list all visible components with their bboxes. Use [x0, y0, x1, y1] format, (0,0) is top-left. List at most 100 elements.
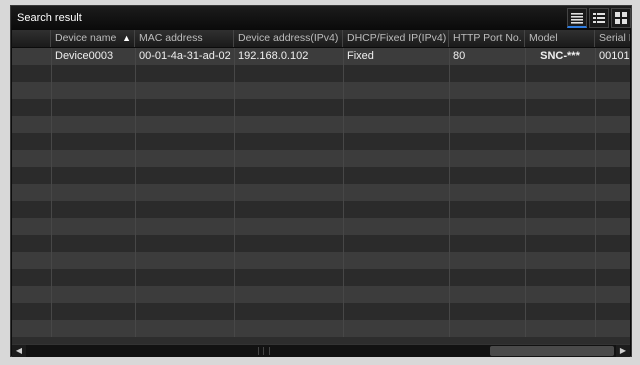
column-separator — [135, 99, 136, 116]
column-separator — [449, 82, 450, 99]
column-separator — [51, 65, 52, 82]
header-model[interactable]: Model — [525, 30, 595, 47]
empty-table-row — [12, 65, 630, 82]
column-separator — [525, 303, 526, 320]
column-separator — [525, 218, 526, 235]
sort-up-icon: ▲ — [122, 33, 131, 43]
column-separator — [449, 133, 450, 150]
empty-table-row — [12, 286, 630, 303]
empty-table-row — [12, 218, 630, 235]
column-separator — [135, 82, 136, 99]
window-title: Search result — [17, 12, 82, 24]
column-separator — [135, 116, 136, 133]
column-separator — [51, 201, 52, 218]
header-device-name-label: Device name — [55, 32, 117, 44]
column-separator — [343, 320, 344, 337]
column-separator — [449, 320, 450, 337]
empty-table-row — [12, 184, 630, 201]
horizontal-scrollbar[interactable]: ◀ ▶ — [12, 344, 630, 357]
column-separator — [234, 235, 235, 252]
header-device-address[interactable]: Device address(IPv4) — [234, 30, 343, 47]
column-separator — [343, 252, 344, 269]
column-separator — [234, 150, 235, 167]
column-separator — [525, 235, 526, 252]
column-separator — [135, 150, 136, 167]
column-separator — [449, 184, 450, 201]
scroll-right-icon[interactable]: ▶ — [616, 345, 630, 357]
empty-table-row — [12, 252, 630, 269]
detail-view-icon — [593, 13, 605, 23]
column-separator — [595, 133, 596, 150]
column-separator — [525, 150, 526, 167]
empty-table-row — [12, 82, 630, 99]
empty-table-row — [12, 150, 630, 167]
header-mac-address[interactable]: MAC address — [135, 30, 234, 47]
cell-serial: 00101 — [599, 50, 630, 62]
column-separator — [51, 167, 52, 184]
column-separator — [449, 201, 450, 218]
column-separator — [234, 167, 235, 184]
column-separator — [525, 65, 526, 82]
list-view-icon — [571, 13, 583, 24]
column-separator — [595, 252, 596, 269]
title-bar: Search result — [11, 6, 631, 30]
scrollbar-grip-icon — [258, 347, 270, 355]
scrollbar-thumb[interactable] — [490, 346, 614, 356]
column-separator — [343, 133, 344, 150]
column-separator — [595, 201, 596, 218]
column-separator — [51, 82, 52, 99]
column-separator — [595, 269, 596, 286]
column-separator — [525, 116, 526, 133]
column-separator — [449, 48, 450, 65]
column-separator — [525, 201, 526, 218]
column-separator — [595, 218, 596, 235]
column-separator — [525, 167, 526, 184]
column-separator — [51, 269, 52, 286]
column-separator — [595, 99, 596, 116]
header-http-port[interactable]: HTTP Port No. — [449, 30, 525, 47]
column-separator — [595, 167, 596, 184]
column-separator — [234, 303, 235, 320]
column-separator — [449, 167, 450, 184]
column-separator — [51, 235, 52, 252]
column-separator — [234, 99, 235, 116]
thumbnail-view-button[interactable] — [611, 8, 631, 28]
column-separator — [343, 65, 344, 82]
header-select[interactable] — [12, 30, 51, 47]
column-separator — [234, 82, 235, 99]
column-separator — [343, 303, 344, 320]
column-separator — [449, 65, 450, 82]
cell-device-address: 192.168.0.102 — [238, 50, 309, 62]
column-separator — [525, 82, 526, 99]
column-separator — [525, 133, 526, 150]
empty-table-row — [12, 133, 630, 150]
column-separator — [51, 303, 52, 320]
table-row[interactable]: Device0003 00-01-4a-31-ad-02 192.168.0.1… — [12, 48, 630, 65]
column-separator — [449, 218, 450, 235]
header-device-name[interactable]: Device name ▲ — [51, 30, 135, 47]
column-separator — [234, 65, 235, 82]
column-separator — [51, 133, 52, 150]
column-separator — [595, 116, 596, 133]
column-separator — [595, 286, 596, 303]
empty-table-row — [12, 116, 630, 133]
column-separator — [234, 320, 235, 337]
empty-table-row — [12, 303, 630, 320]
column-separator — [135, 320, 136, 337]
list-view-button[interactable] — [567, 8, 587, 28]
column-separator — [51, 320, 52, 337]
column-separator — [51, 184, 52, 201]
column-separator — [51, 48, 52, 65]
column-separator — [343, 99, 344, 116]
detail-view-button[interactable] — [589, 8, 609, 28]
column-separator — [525, 99, 526, 116]
header-dhcp-fixed[interactable]: DHCP/Fixed IP(IPv4) — [343, 30, 449, 47]
search-result-window: Search result Device name ▲ MAC address … — [10, 5, 632, 357]
cell-http-port: 80 — [453, 50, 466, 62]
column-separator — [51, 218, 52, 235]
column-separator — [135, 286, 136, 303]
scroll-left-icon[interactable]: ◀ — [12, 345, 26, 357]
column-separator — [343, 235, 344, 252]
header-serial[interactable]: Serial N — [595, 30, 630, 47]
column-separator — [343, 218, 344, 235]
